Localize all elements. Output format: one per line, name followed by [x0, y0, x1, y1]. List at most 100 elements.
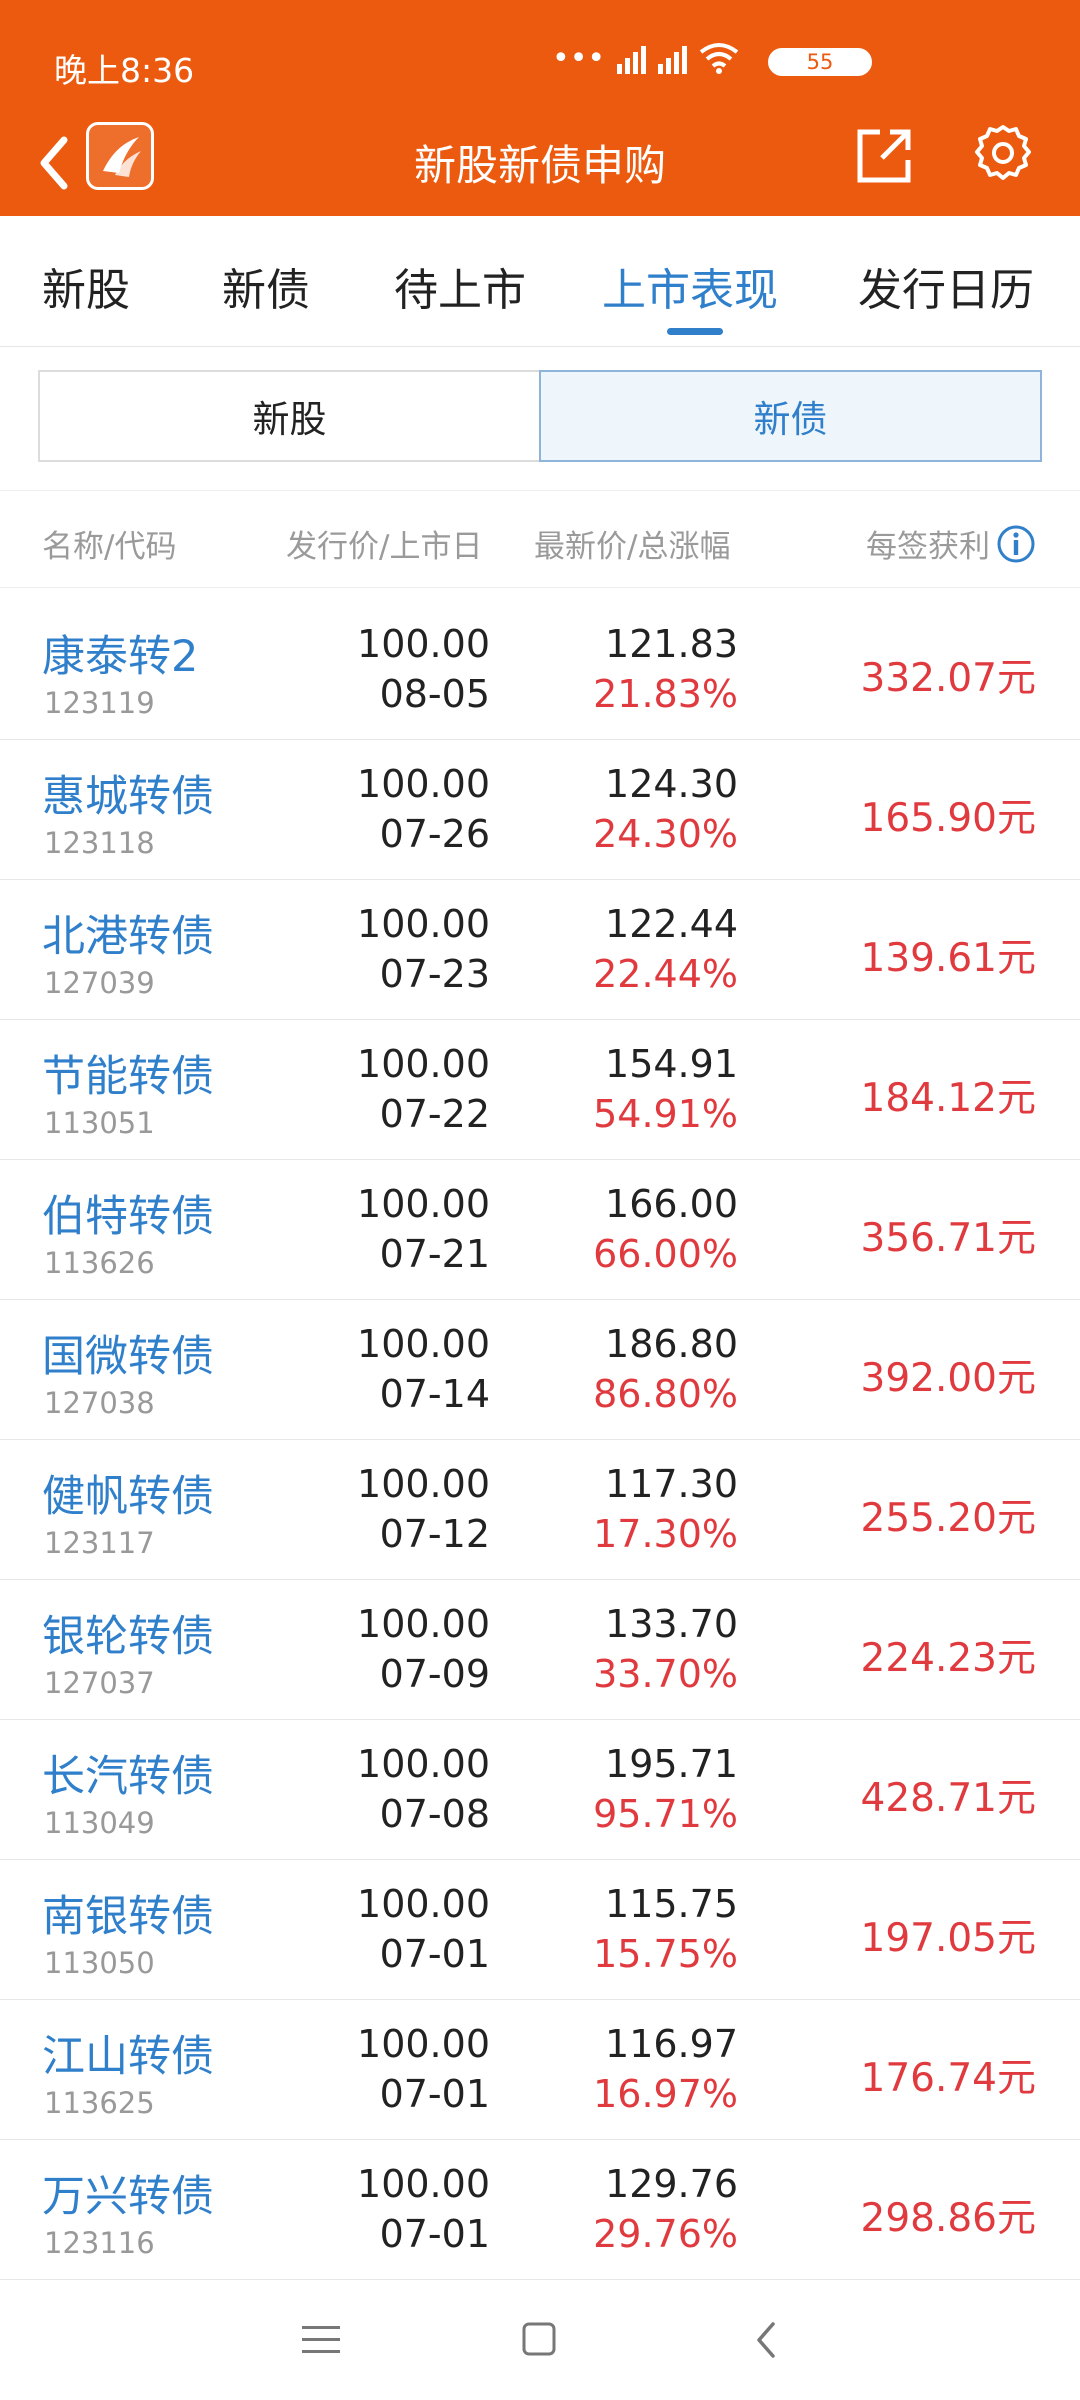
listing-date: 08-05 — [379, 672, 490, 716]
bond-name: 康泰转2 — [42, 632, 199, 682]
segment-new-stock[interactable]: 新股 — [38, 370, 539, 462]
latest-price: 124.30 — [605, 762, 738, 806]
tab-active-indicator — [667, 328, 723, 335]
bond-code: 123116 — [44, 2226, 155, 2260]
share-icon[interactable] — [852, 122, 918, 188]
issue-price: 100.00 — [357, 1882, 490, 1926]
profit-per-lot: 184.12元 — [860, 1076, 1036, 1121]
tab-issue-calendar[interactable]: 发行日历 — [858, 254, 1034, 318]
issue-price: 100.00 — [357, 1182, 490, 1226]
issue-price: 100.00 — [357, 1462, 490, 1506]
bond-name: 国微转债 — [42, 1332, 214, 1382]
issue-price: 100.00 — [357, 1602, 490, 1646]
latest-price: 117.30 — [605, 1462, 738, 1506]
bond-name: 南银转债 — [42, 1892, 214, 1942]
listing-date: 07-01 — [379, 2072, 490, 2116]
table-row[interactable]: 节能转债 113051 100.00 07-22 154.91 54.91% 184.12元 — [0, 1020, 1080, 1160]
tab-new-bond[interactable]: 新债 — [222, 254, 310, 318]
bond-name: 江山转债 — [42, 2032, 214, 2082]
profit-per-lot: 165.90元 — [860, 796, 1036, 841]
bond-code: 127038 — [44, 1386, 155, 1420]
profit-per-lot: 392.00元 — [860, 1356, 1036, 1401]
bond-list: 康泰转2 123119 100.00 08-05 121.83 21.83% 332.07元… — [0, 600, 1080, 2280]
listing-date: 07-12 — [379, 1512, 490, 1556]
listing-date: 07-09 — [379, 1652, 490, 1696]
gear-icon[interactable] — [970, 122, 1036, 188]
total-change: 22.44% — [593, 952, 738, 996]
latest-price: 122.44 — [605, 902, 738, 946]
table-row[interactable]: 惠城转债 123118 100.00 07-26 124.30 24.30% 165.90元 — [0, 740, 1080, 880]
home-icon[interactable] — [515, 2318, 565, 2362]
listing-date: 07-08 — [379, 1792, 490, 1836]
table-row[interactable]: 健帆转债 123117 100.00 07-12 117.30 17.30% 255.20元 — [0, 1440, 1080, 1580]
bond-code: 127039 — [44, 966, 155, 1000]
latest-price: 195.71 — [605, 1742, 738, 1786]
signal-hd-icon — [617, 44, 647, 74]
tab-new-stock[interactable]: 新股 — [42, 254, 130, 318]
bond-name: 惠城转债 — [42, 772, 214, 822]
bond-code: 123119 — [44, 686, 155, 720]
latest-price: 133.70 — [605, 1602, 738, 1646]
app-header: 晚上8:36 ••• 55 新股新债申购 — [0, 0, 1080, 216]
listing-date: 07-23 — [379, 952, 490, 996]
latest-price: 166.00 — [605, 1182, 738, 1226]
table-row[interactable]: 康泰转2 123119 100.00 08-05 121.83 21.83% 332.07元 — [0, 600, 1080, 740]
top-tabs: 新股 新债 待上市 上市表现 发行日历 — [0, 216, 1080, 347]
table-row[interactable]: 万兴转债 123116 100.00 07-01 129.76 29.76% 298.86元 — [0, 2140, 1080, 2280]
bond-name: 长汽转债 — [42, 1752, 214, 1802]
total-change: 66.00% — [593, 1232, 738, 1276]
profit-per-lot: 255.20元 — [860, 1496, 1036, 1541]
tab-listing-performance[interactable]: 上市表现 — [602, 254, 778, 318]
latest-price: 186.80 — [605, 1322, 738, 1366]
bond-name: 北港转债 — [42, 912, 214, 962]
menu-icon[interactable] — [296, 2318, 346, 2362]
table-row[interactable]: 长汽转债 113049 100.00 07-08 195.71 95.71% 428.71元 — [0, 1720, 1080, 1860]
table-row[interactable]: 南银转债 113050 100.00 07-01 115.75 15.75% 197.05元 — [0, 1860, 1080, 2000]
bond-name: 万兴转债 — [42, 2172, 214, 2222]
issue-price: 100.00 — [357, 2022, 490, 2066]
segment-new-bond[interactable]: 新债 — [539, 370, 1042, 462]
bond-code: 113625 — [44, 2086, 155, 2120]
table-row[interactable]: 北港转债 127039 100.00 07-23 122.44 22.44% 139.61元 — [0, 880, 1080, 1020]
info-icon[interactable] — [996, 524, 1036, 564]
listing-date: 07-01 — [379, 2212, 490, 2256]
bond-code: 113050 — [44, 1946, 155, 1980]
bond-code: 113051 — [44, 1106, 155, 1140]
profit-per-lot: 332.07元 — [860, 656, 1036, 701]
status-time: 晚上8:36 — [54, 51, 195, 90]
table-row[interactable]: 国微转债 127038 100.00 07-14 186.80 86.80% 392.00元 — [0, 1300, 1080, 1440]
profit-per-lot: 197.05元 — [860, 1916, 1036, 1961]
col-name-code: 名称/代码 — [42, 529, 177, 565]
issue-price: 100.00 — [357, 2162, 490, 2206]
col-profit: 每签获利 — [866, 521, 1036, 566]
total-change: 33.70% — [593, 1652, 738, 1696]
bond-code: 123118 — [44, 826, 155, 860]
table-row[interactable]: 江山转债 113625 100.00 07-01 116.97 16.97% 176.74元 — [0, 2000, 1080, 2140]
issue-price: 100.00 — [357, 1042, 490, 1086]
issue-price: 100.00 — [357, 902, 490, 946]
total-change: 15.75% — [593, 1932, 738, 1976]
status-icons: ••• — [552, 42, 739, 74]
table-row[interactable]: 银轮转债 127037 100.00 07-09 133.70 33.70% 224.23元 — [0, 1580, 1080, 1720]
latest-price: 115.75 — [605, 1882, 738, 1926]
listing-date: 07-01 — [379, 1932, 490, 1976]
bond-name: 银轮转债 — [42, 1612, 214, 1662]
column-header: 名称/代码 发行价/上市日 最新价/总涨幅 每签获利 — [0, 490, 1080, 588]
bond-name: 节能转债 — [42, 1052, 214, 1102]
total-change: 24.30% — [593, 812, 738, 856]
col-profit-label: 每签获利 — [866, 529, 990, 565]
issue-price: 100.00 — [357, 1322, 490, 1366]
total-change: 17.30% — [593, 1512, 738, 1556]
total-change: 86.80% — [593, 1372, 738, 1416]
total-change: 21.83% — [593, 672, 738, 716]
back-nav-icon[interactable] — [743, 2318, 793, 2362]
issue-price: 100.00 — [357, 762, 490, 806]
profit-per-lot: 224.23元 — [860, 1636, 1036, 1681]
profit-per-lot: 298.86元 — [860, 2196, 1036, 2241]
table-row[interactable]: 伯特转债 113626 100.00 07-21 166.00 66.00% 356.71元 — [0, 1160, 1080, 1300]
listing-date: 07-22 — [379, 1092, 490, 1136]
tab-pending-listing[interactable]: 待上市 — [394, 254, 526, 318]
profit-per-lot: 428.71元 — [860, 1776, 1036, 1821]
battery-icon: 55 — [768, 48, 872, 76]
total-change: 54.91% — [593, 1092, 738, 1136]
